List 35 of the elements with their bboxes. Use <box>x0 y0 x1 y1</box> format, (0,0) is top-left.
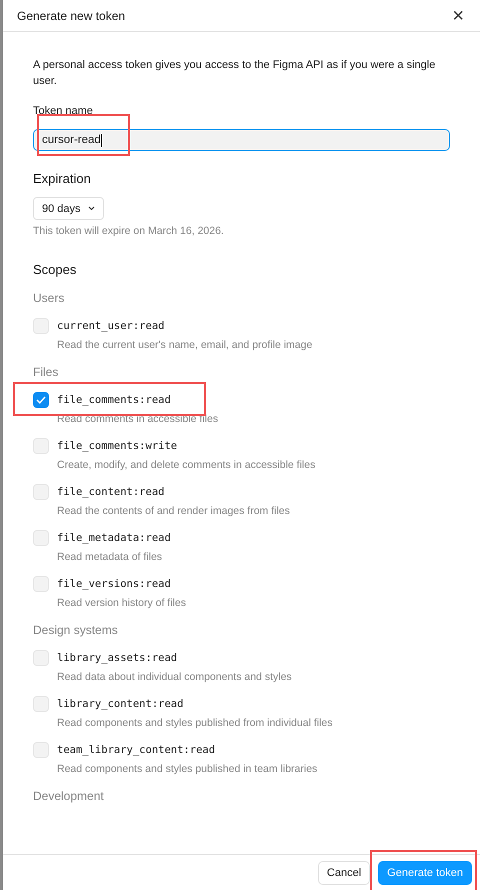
scope-name: file_content:read <box>57 486 164 498</box>
checkbox[interactable] <box>33 392 49 408</box>
scope-description: Create, modify, and delete comments in accessible files <box>57 459 316 471</box>
token-name-field[interactable]: cursor-read <box>33 129 450 151</box>
scope-name: library_content:read <box>57 698 184 710</box>
scope-description: Read the contents of and render images from files <box>57 505 291 517</box>
expiration-note: This token will expire on March 16, 2026. <box>33 225 225 237</box>
expiration-dropdown[interactable]: 90 days <box>33 197 104 220</box>
intro-text: A personal access token gives you access to the Figma API as if you were a single user. <box>33 58 436 89</box>
section-heading: Expiration <box>33 171 92 186</box>
scope-description: Read version history of files <box>57 597 187 609</box>
scope-description: Read components and styles published from individual files <box>57 717 334 729</box>
chevron-icon <box>88 206 95 211</box>
check-icon <box>36 396 46 404</box>
group-label: Design systems <box>33 623 119 637</box>
scope-description: Read data about individual components and styles <box>57 671 293 683</box>
scope-description: Read metadata of files <box>57 551 164 563</box>
field-label: Token name <box>33 105 94 117</box>
scope-name: file_comments:write <box>57 440 178 452</box>
dialog-title: Generate new token <box>17 8 126 22</box>
group-label: Development <box>33 789 105 803</box>
field-value: cursor-read <box>42 134 101 146</box>
scope-name: team_library_content:read <box>57 744 216 756</box>
scope-name: file_metadata:read <box>57 532 171 544</box>
section-heading: Scopes <box>33 262 78 277</box>
close-button[interactable]: × <box>448 6 468 26</box>
scope-description: Read the current user's name, email, and profile image <box>57 339 314 351</box>
scope-name: file_versions:read <box>57 578 171 590</box>
group-label: Files <box>33 365 60 379</box>
scope-description: Read components and styles published in team libraries <box>57 763 318 775</box>
cancel-button[interactable]: Cancel <box>318 860 370 884</box>
scope-name: file_comments:read <box>57 394 171 406</box>
group-label: Users <box>33 291 66 305</box>
scope-name: library_assets:read <box>57 652 178 664</box>
scope-name: current_user:read <box>57 320 164 332</box>
